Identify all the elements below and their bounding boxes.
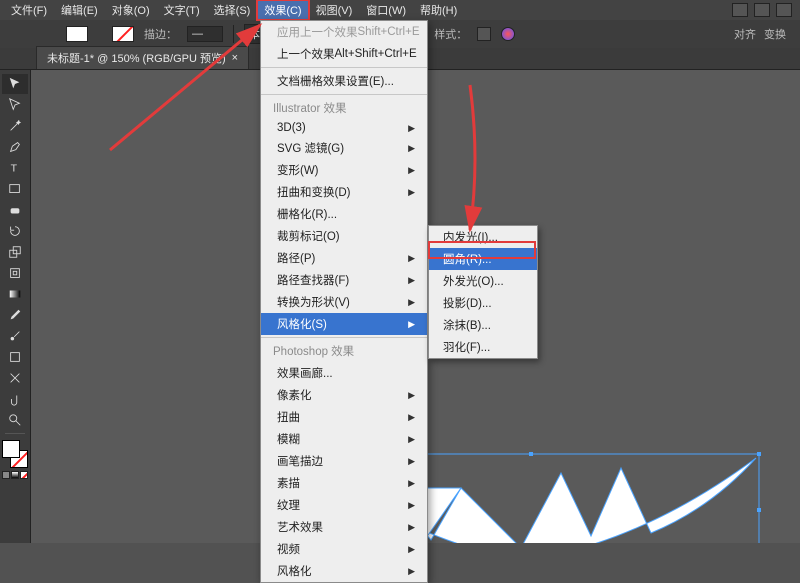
menu-view[interactable]: 视图(V) [309,0,360,20]
zoom-tool[interactable] [2,410,28,430]
menu-object[interactable]: 对象(O) [105,0,157,20]
stroke-label: 描边： [144,26,177,42]
style-label: 样式： [434,26,467,42]
effects-dropdown: 应用上一个效果Shift+Ctrl+E 上一个效果Alt+Shift+Ctrl+… [260,20,428,583]
arrange-icon[interactable] [776,3,792,17]
psfx-stylize[interactable]: 风格化▶ [261,560,427,582]
photoshop-effects-heading: Photoshop 效果 [261,340,427,362]
fx-crop-marks[interactable]: 裁剪标记(O) [261,225,427,247]
recolor-icon[interactable] [501,27,515,41]
fx-stylize[interactable]: 风格化(S)▶ [261,313,427,335]
main-menu-bar: 文件(F) 编辑(E) 对象(O) 文字(T) 选择(S) 效果(C) 视图(V… [0,0,800,20]
psfx-artistic[interactable]: 艺术效果▶ [261,516,427,538]
stroke-weight-field[interactable]: — [187,26,223,42]
scribble-item[interactable]: 涂抹(B)... [429,314,537,336]
toolbar-separator [5,433,25,434]
last-effect[interactable]: 上一个效果Alt+Shift+Ctrl+E [261,43,427,65]
slice-tool[interactable] [2,368,28,388]
stroke-swatch[interactable] [112,26,134,42]
fx-svg-filters[interactable]: SVG 滤镜(G)▶ [261,137,427,159]
scale-tool[interactable] [2,242,28,262]
round-corners-item[interactable]: 圆角(R)... [429,248,537,270]
menu-edit[interactable]: 编辑(E) [54,0,105,20]
fill-swatch[interactable] [66,26,88,42]
graphic-style-swatch[interactable] [477,27,491,41]
fx-convert-shape[interactable]: 转换为形状(V)▶ [261,291,427,313]
magic-wand-tool[interactable] [2,116,28,136]
svg-text:T: T [11,163,18,175]
fx-pathfinder[interactable]: 路径查找器(F)▶ [261,269,427,291]
document-tab-label: 未标题-1* @ 150% (RGB/GPU 预览) [47,50,226,66]
workspace-switcher-area [732,3,800,17]
fx-distort-transform[interactable]: 扭曲和变换(D)▶ [261,181,427,203]
tools-panel: T [0,70,31,543]
fx-3d[interactable]: 3D(3)▶ [261,119,427,137]
bridge-icon[interactable] [732,3,748,17]
menu-file[interactable]: 文件(F) [4,0,54,20]
psfx-sketch[interactable]: 素描▶ [261,472,427,494]
feather-item[interactable]: 羽化(F)... [429,336,537,358]
symbol-sprayer-tool[interactable] [2,326,28,346]
align-button[interactable]: 对齐 [734,26,756,42]
stock-icon[interactable] [754,3,770,17]
menu-effects[interactable]: 效果(C) [257,0,308,20]
psfx-gallery[interactable]: 效果画廊... [261,362,427,384]
stylize-submenu: 内发光(I)... 圆角(R)... 外发光(O)... 投影(D)... 涂抹… [428,225,538,359]
doc-raster-settings[interactable]: 文档栅格效果设置(E)... [261,70,427,92]
drop-shadow-item[interactable]: 投影(D)... [429,292,537,314]
fx-warp[interactable]: 变形(W)▶ [261,159,427,181]
rotate-tool[interactable] [2,221,28,241]
gradient-tool[interactable] [2,284,28,304]
psfx-distort[interactable]: 扭曲▶ [261,406,427,428]
outer-glow-item[interactable]: 外发光(O)... [429,270,537,292]
close-tab-icon[interactable]: × [232,52,238,64]
free-transform-tool[interactable] [2,263,28,283]
fx-rasterize[interactable]: 栅格化(R)... [261,203,427,225]
menu-select[interactable]: 选择(S) [207,0,258,20]
separator [233,25,234,43]
menu-help[interactable]: 帮助(H) [413,0,464,20]
eraser-tool[interactable] [2,200,28,220]
hand-tool[interactable] [2,389,28,409]
direct-selection-tool[interactable] [2,95,28,115]
eyedropper-tool[interactable] [2,305,28,325]
fx-path[interactable]: 路径(P)▶ [261,247,427,269]
psfx-video[interactable]: 视频▶ [261,538,427,560]
apply-last-effect[interactable]: 应用上一个效果Shift+Ctrl+E [261,21,427,43]
pen-tool[interactable] [2,137,28,157]
inner-glow-item[interactable]: 内发光(I)... [429,226,537,248]
menu-type[interactable]: 文字(T) [157,0,207,20]
fill-stroke-color[interactable] [2,440,28,468]
psfx-blur[interactable]: 模糊▶ [261,428,427,450]
transform-button[interactable]: 变换 [764,26,786,42]
menu-window[interactable]: 窗口(W) [359,0,413,20]
rectangle-tool[interactable] [2,179,28,199]
illustrator-effects-heading: Illustrator 效果 [261,97,427,119]
psfx-texture[interactable]: 纹理▶ [261,494,427,516]
document-tab[interactable]: 未标题-1* @ 150% (RGB/GPU 预览) × [36,46,249,69]
selection-tool[interactable] [2,74,28,94]
color-mode-row[interactable] [2,471,28,479]
psfx-brush[interactable]: 画笔描边▶ [261,450,427,472]
type-tool[interactable]: T [2,158,28,178]
psfx-pixelate[interactable]: 像素化▶ [261,384,427,406]
artboard-tool[interactable] [2,347,28,367]
